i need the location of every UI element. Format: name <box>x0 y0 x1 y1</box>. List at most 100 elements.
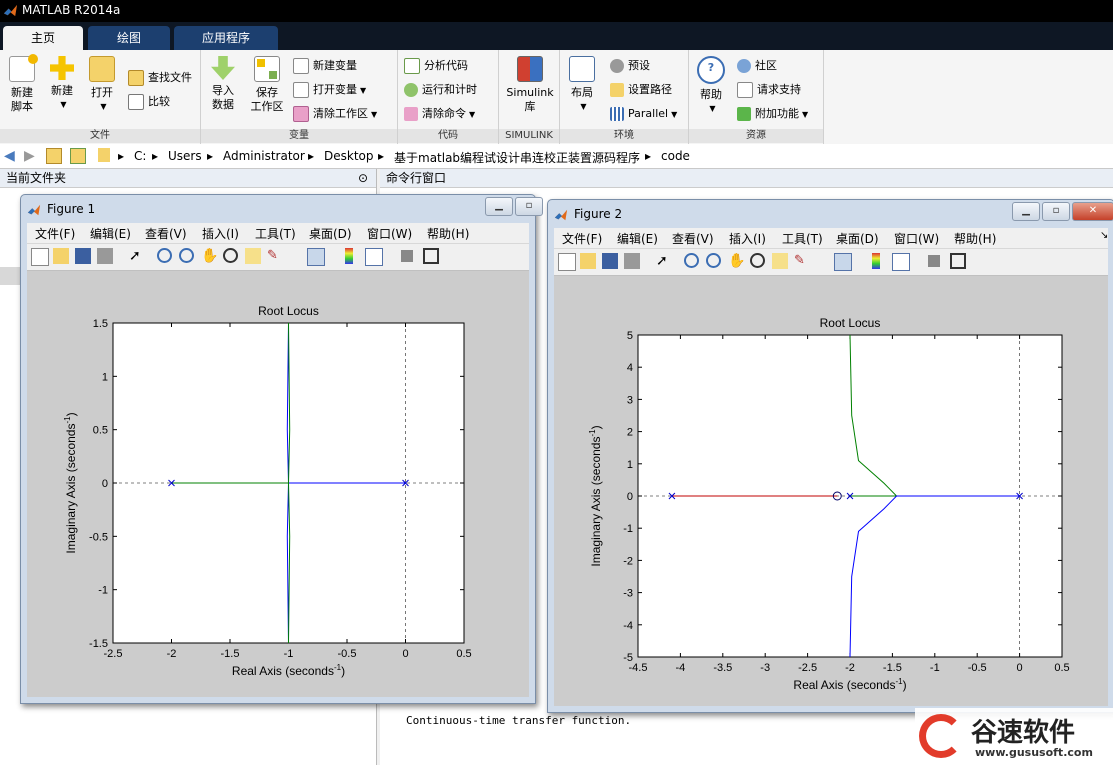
tab-apps[interactable]: 应用程序 <box>174 26 278 50</box>
menu-desktop[interactable]: 桌面(D) <box>309 225 352 242</box>
menu-edit[interactable]: 编辑(E) <box>617 230 658 247</box>
preferences-button[interactable]: 预设 <box>610 56 650 76</box>
zoom-in-icon[interactable] <box>157 248 172 263</box>
link-plot-icon[interactable] <box>307 248 325 266</box>
request-support-button[interactable]: 请求支持 <box>737 80 801 100</box>
new-figure-icon[interactable] <box>31 248 49 266</box>
open-file-icon[interactable] <box>580 253 596 269</box>
menu-window[interactable]: 窗口(W) <box>367 225 412 242</box>
figure-2-window[interactable]: Figure 2 ▁ ▫ ✕ 文件(F) 编辑(E) 查看(V) 插入(I) 工… <box>547 199 1113 713</box>
import-data-button[interactable]: 导入 数据 <box>205 56 241 112</box>
maximize-button[interactable]: ▫ <box>515 197 543 216</box>
back-arrow-icon[interactable]: ◀ <box>4 148 15 164</box>
link-plot-icon[interactable] <box>834 253 852 271</box>
crumb-users[interactable]: Users <box>168 149 202 163</box>
menu-view[interactable]: 查看(V) <box>145 225 187 242</box>
figure-1-window[interactable]: Figure 1 ▁ ▫ 文件(F) 编辑(E) 查看(V) 插入(I) 工具(… <box>20 194 543 704</box>
browse-folder-icon[interactable] <box>70 148 86 164</box>
legend-icon[interactable] <box>892 253 910 271</box>
menu-file[interactable]: 文件(F) <box>35 225 75 242</box>
menu-insert[interactable]: 插入(I) <box>729 230 766 247</box>
show-tools-icon[interactable] <box>423 248 439 264</box>
crumb-desktop[interactable]: Desktop <box>324 149 374 163</box>
new-variable-button[interactable]: 新建变量 <box>293 56 357 76</box>
hide-tools-icon[interactable] <box>928 255 940 267</box>
clear-workspace-button[interactable]: 清除工作区 ▼ <box>293 104 377 124</box>
open-variable-button[interactable]: 打开变量 ▼ <box>293 80 366 100</box>
data-cursor-icon[interactable] <box>772 253 788 269</box>
menu-desktop[interactable]: 桌面(D) <box>836 230 879 247</box>
forward-arrow-icon[interactable]: ▶ <box>24 148 35 164</box>
print-icon[interactable] <box>97 248 113 264</box>
menu-tools[interactable]: 工具(T) <box>255 225 296 242</box>
request-support-icon <box>737 82 753 98</box>
save-icon[interactable] <box>75 248 91 264</box>
zoom-in-icon[interactable] <box>684 253 699 268</box>
tab-plots[interactable]: 绘图 <box>88 26 170 50</box>
menu-view[interactable]: 查看(V) <box>672 230 714 247</box>
root-locus-chart-2[interactable]: -4.5 -4 -3.5 -3 -2.5 -2 -1.5 -1 -0.5 0 0.5543210-1… <box>554 276 1106 706</box>
pointer-icon[interactable]: ➚ <box>129 248 145 264</box>
parallel-button[interactable]: Parallel ▼ <box>610 104 677 124</box>
run-and-time-button[interactable]: 运行和计时 <box>404 80 477 100</box>
root-locus-chart-1[interactable]: -2.5 -2 -1.5 -1 -0.5 0 0.51.510.50-0.5-1-1.5Ro… <box>27 271 527 697</box>
brush-icon[interactable]: ✎ <box>267 248 283 264</box>
y-tick-label: -3 <box>623 588 633 600</box>
layout-button[interactable]: 布局 ▼ <box>564 56 600 114</box>
simulink-library-button[interactable]: Simulink 库 <box>505 56 555 114</box>
menu-insert[interactable]: 插入(I) <box>202 225 239 242</box>
figure-1-toolbar: ➚ ✋ ✎ <box>27 243 529 271</box>
figure-1-menubar: 文件(F) 编辑(E) 查看(V) 插入(I) 工具(T) 桌面(D) 窗口(W… <box>27 223 529 243</box>
maximize-button[interactable]: ▫ <box>1042 202 1070 221</box>
open-file-icon[interactable] <box>53 248 69 264</box>
zoom-out-icon[interactable] <box>706 253 721 268</box>
menu-window[interactable]: 窗口(W) <box>894 230 939 247</box>
set-path-button[interactable]: 设置路径 <box>610 80 672 100</box>
menu-file[interactable]: 文件(F) <box>562 230 602 247</box>
colorbar-icon[interactable] <box>345 248 353 264</box>
crumb-code[interactable]: code <box>661 149 690 163</box>
colorbar-icon[interactable] <box>872 253 880 269</box>
print-icon[interactable] <box>624 253 640 269</box>
help-button[interactable]: ? 帮助 ▼ <box>693 56 729 116</box>
menu-edit[interactable]: 编辑(E) <box>90 225 131 242</box>
zoom-out-icon[interactable] <box>179 248 194 263</box>
new-button[interactable]: 新建 ▼ <box>44 56 80 112</box>
save-icon[interactable] <box>602 253 618 269</box>
up-folder-icon[interactable] <box>46 148 62 164</box>
crumb-project[interactable]: 基于matlab编程试设计串连校正装置源码程序 <box>394 149 640 166</box>
crumb-c[interactable]: C: <box>134 149 146 163</box>
new-figure-icon[interactable] <box>558 253 576 271</box>
legend-icon[interactable] <box>365 248 383 266</box>
close-button[interactable]: ✕ <box>1072 202 1113 221</box>
panel-menu-icon[interactable]: ⊙ <box>358 169 368 187</box>
crumb-administrator[interactable]: Administrator <box>223 149 305 163</box>
minimize-button[interactable]: ▁ <box>485 197 513 216</box>
show-tools-icon[interactable] <box>950 253 966 269</box>
community-button[interactable]: 社区 <box>737 56 777 76</box>
compare-button[interactable]: 比较 <box>128 92 170 112</box>
pan-hand-icon[interactable]: ✋ <box>201 248 218 264</box>
brush-icon[interactable]: ✎ <box>794 253 810 269</box>
menu-help[interactable]: 帮助(H) <box>427 225 469 242</box>
open-button[interactable]: 打开 ▼ <box>84 56 120 114</box>
tree-toggle[interactable] <box>0 267 20 285</box>
find-files-button[interactable]: 查找文件 <box>128 68 192 88</box>
tab-home[interactable]: 主页 <box>3 26 83 50</box>
menu-help[interactable]: 帮助(H) <box>954 230 996 247</box>
minimize-button[interactable]: ▁ <box>1012 202 1040 221</box>
dock-arrow-icon[interactable]: ↘ <box>1100 230 1108 241</box>
add-ons-button[interactable]: 附加功能 ▼ <box>737 104 808 124</box>
rotate-icon[interactable] <box>223 248 238 263</box>
clear-commands-button[interactable]: 清除命令 ▼ <box>404 104 475 124</box>
y-axis-label: Imaginary Axis (seconds-1) <box>588 425 603 566</box>
data-cursor-icon[interactable] <box>245 248 261 264</box>
menu-tools[interactable]: 工具(T) <box>782 230 823 247</box>
new-script-button[interactable]: 新建 脚本 <box>4 54 40 114</box>
hide-tools-icon[interactable] <box>401 250 413 262</box>
rotate-icon[interactable] <box>750 253 765 268</box>
save-workspace-button[interactable]: 保存 工作区 <box>247 56 287 114</box>
analyze-code-button[interactable]: 分析代码 <box>404 56 468 76</box>
pan-hand-icon[interactable]: ✋ <box>728 253 745 269</box>
pointer-icon[interactable]: ➚ <box>656 253 672 269</box>
